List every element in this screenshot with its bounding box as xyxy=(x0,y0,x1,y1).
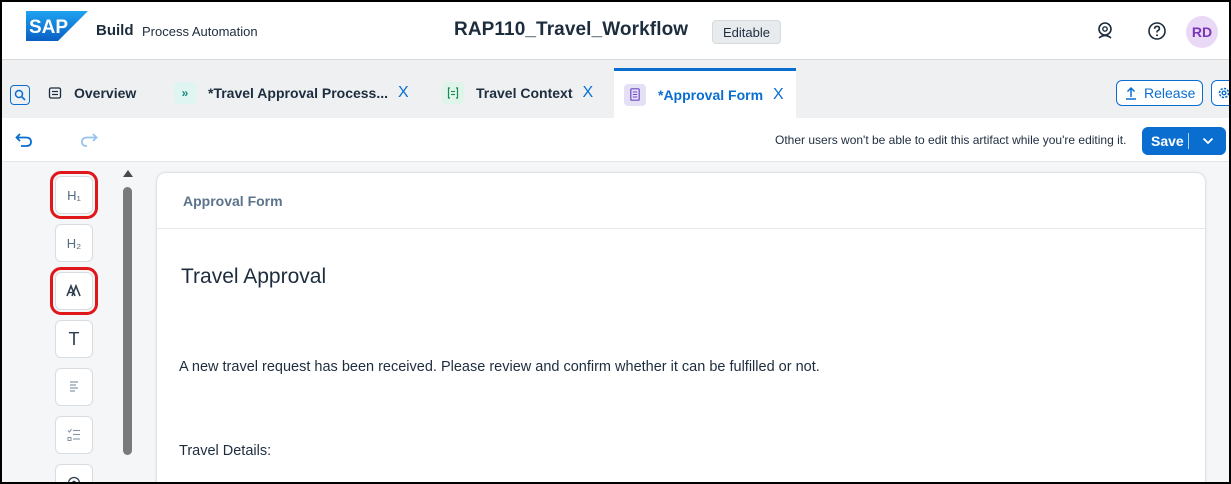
scroll-up-icon[interactable] xyxy=(123,170,133,177)
artifact-tab-bar: Overview » *Travel Approval Process... X… xyxy=(2,60,1229,118)
heading-1-control[interactable]: H₁ xyxy=(50,171,98,219)
svg-text:SAP: SAP xyxy=(29,17,68,38)
radio-icon xyxy=(67,476,81,482)
search-artifacts-icon[interactable] xyxy=(10,85,30,105)
settings-button[interactable] xyxy=(1211,80,1229,106)
form-canvas: Approval Form Travel Approval A new trav… xyxy=(156,172,1206,482)
tab-label: Overview xyxy=(74,85,137,101)
text-area-control[interactable] xyxy=(55,368,93,406)
palette-item-label: H₂ xyxy=(66,235,82,251)
shell-bar: SAP Build Process Automation RAP110_Trav… xyxy=(2,2,1229,60)
tab-label: *Travel Approval Process... xyxy=(208,85,389,101)
checklist-control[interactable] xyxy=(55,416,93,454)
palette-scrollbar[interactable] xyxy=(120,162,136,482)
tab-travel-context[interactable]: Travel Context X xyxy=(442,68,608,118)
tab-label: Travel Context xyxy=(476,85,573,101)
app-window: SAP Build Process Automation RAP110_Trav… xyxy=(0,0,1231,484)
close-icon[interactable]: X xyxy=(398,84,409,102)
text-input-control[interactable]: T xyxy=(55,320,93,358)
gear-icon xyxy=(1218,87,1229,99)
palette-item-label: H₁ xyxy=(67,187,81,203)
release-button[interactable]: Release xyxy=(1116,80,1204,106)
form-card-title: Approval Form xyxy=(183,193,283,209)
radio-control[interactable] xyxy=(55,464,93,482)
process-icon: » xyxy=(174,82,196,104)
form-heading-element[interactable]: Travel Approval xyxy=(181,265,326,289)
product-name: Build xyxy=(96,22,134,39)
undo-icon[interactable] xyxy=(14,130,34,150)
sap-logo[interactable]: SAP xyxy=(26,11,88,41)
redo-icon[interactable] xyxy=(79,130,99,150)
edit-lock-notice: Other users won't be able to edit this a… xyxy=(775,133,1127,147)
form-element-palette: H₁ H₂ T xyxy=(42,162,120,482)
user-avatar[interactable]: RD xyxy=(1186,16,1218,48)
status-badge: Editable xyxy=(712,20,781,44)
joule-assistant-icon[interactable] xyxy=(1093,19,1117,43)
form-card-header: Approval Form xyxy=(157,173,1205,229)
editor-toolbar: Other users won't be able to edit this a… xyxy=(2,118,1229,162)
chevron-down-icon[interactable] xyxy=(1189,137,1226,145)
tab-overview[interactable]: Overview xyxy=(44,68,164,118)
overview-icon xyxy=(44,82,66,104)
context-icon xyxy=(442,82,464,104)
scroll-thumb[interactable] xyxy=(123,187,132,455)
heading-2-control[interactable]: H₂ xyxy=(55,224,93,262)
close-icon[interactable]: X xyxy=(773,86,784,104)
help-icon[interactable] xyxy=(1145,19,1169,43)
tab-label: *Approval Form xyxy=(658,86,764,103)
form-section-label[interactable]: Travel Details: xyxy=(179,443,271,459)
close-icon[interactable]: X xyxy=(582,84,593,102)
artifact-title: RAP110_Travel_Workflow xyxy=(454,19,689,40)
font-style-icon xyxy=(66,284,81,297)
palette-item-label: T xyxy=(68,328,80,349)
form-icon xyxy=(624,83,646,106)
paragraph-style-control[interactable] xyxy=(50,267,98,315)
upload-icon xyxy=(1126,86,1136,100)
save-label: Save xyxy=(1151,133,1184,149)
tab-travel-approval-process[interactable]: » *Travel Approval Process... X xyxy=(174,68,424,118)
product-subtitle: Process Automation xyxy=(142,24,258,39)
release-label: Release xyxy=(1144,85,1196,101)
tab-approval-form[interactable]: *Approval Form X xyxy=(614,68,796,118)
save-button[interactable]: Save xyxy=(1142,127,1226,155)
text-area-icon xyxy=(70,381,78,392)
checklist-icon xyxy=(67,428,80,441)
form-paragraph-element[interactable]: A new travel request has been received. … xyxy=(179,359,820,375)
